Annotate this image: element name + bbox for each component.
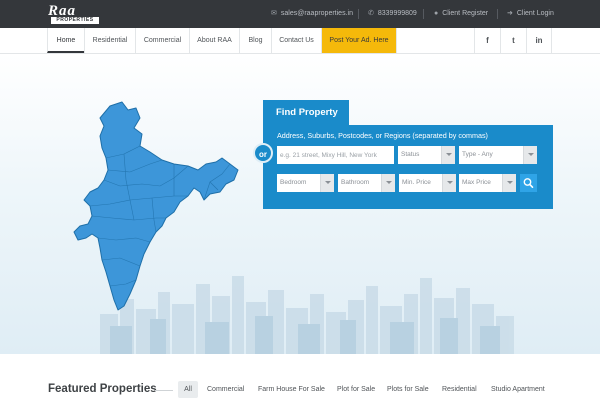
max-price-select-value: Max Price — [462, 179, 491, 186]
or-badge: or — [253, 143, 273, 163]
twitter-icon[interactable]: t — [500, 28, 526, 53]
divider — [497, 9, 498, 19]
filter-plots-for-sale[interactable]: Plots for Sale — [387, 381, 429, 398]
chevron-down-icon — [381, 174, 395, 192]
facebook-icon[interactable]: f — [474, 28, 500, 53]
filter-commercial[interactable]: Commercial — [207, 381, 244, 398]
nav-residential[interactable]: Residential — [84, 28, 135, 53]
nav-blog[interactable]: Blog — [239, 28, 271, 53]
type-select-value: Type - Any — [462, 151, 493, 158]
find-property-tab[interactable]: Find Property — [263, 100, 349, 125]
india-map[interactable] — [70, 100, 242, 314]
bathroom-select[interactable]: Bathroom — [338, 174, 395, 192]
bathroom-select-value: Bathroom — [341, 179, 370, 186]
client-register-text: Client Register — [442, 10, 489, 17]
filter-studio-apartment[interactable]: Studio Apartment — [491, 381, 545, 398]
divider — [155, 390, 173, 391]
phone-link[interactable]: ✆ 8339999809 — [368, 0, 417, 28]
divider — [423, 9, 424, 19]
chevron-down-icon — [441, 146, 455, 164]
search-button[interactable] — [520, 174, 537, 192]
filter-plot-for-sale[interactable]: Plot for Sale — [337, 381, 375, 398]
main-nav: Home Residential Commercial About RAA Bl… — [0, 28, 600, 54]
chevron-down-icon — [442, 174, 456, 192]
top-bar: Raa PROPERTIES ✉ sales@raaproperties.in ✆… — [0, 0, 600, 28]
client-register-link[interactable]: ● Client Register — [434, 0, 488, 28]
sign-in-icon: ➜ — [507, 10, 513, 17]
filter-residential[interactable]: Residential — [442, 381, 477, 398]
min-price-select-value: Min. Price — [402, 179, 431, 186]
email-text: sales@raaproperties.in — [280, 10, 353, 17]
featured-properties-heading: Featured Properties — [48, 383, 157, 395]
linkedin-icon[interactable]: in — [526, 28, 552, 53]
divider — [396, 28, 397, 53]
raa-properties-logo[interactable]: Raa PROPERTIES — [48, 4, 100, 24]
envelope-icon: ✉ — [271, 10, 277, 17]
filter-farm-house-for-sale[interactable]: Farm House For Sale — [258, 381, 325, 398]
min-price-select[interactable]: Min. Price — [399, 174, 456, 192]
bedroom-select[interactable]: Bedroom — [277, 174, 334, 192]
chevron-down-icon — [320, 174, 334, 192]
logo-main-text: Raa — [48, 3, 77, 19]
post-ad-button[interactable]: Post Your Ad. Here — [321, 28, 396, 53]
phone-icon: ✆ — [368, 10, 374, 17]
search-icon — [523, 178, 534, 188]
filter-all[interactable]: All — [178, 381, 198, 398]
user-icon: ● — [434, 10, 439, 17]
nav-contact-us[interactable]: Contact Us — [271, 28, 321, 53]
nav-home[interactable]: Home — [47, 28, 84, 53]
divider — [358, 9, 359, 19]
status-select[interactable]: Status — [398, 146, 455, 164]
chevron-down-icon — [523, 146, 537, 164]
max-price-select[interactable]: Max Price — [459, 174, 516, 192]
logo-sub-text: PROPERTIES — [51, 17, 99, 24]
search-address-label: Address, Suburbs, Postcodes, or Regions … — [277, 131, 488, 140]
type-select[interactable]: Type - Any — [459, 146, 537, 164]
nav-about-raa[interactable]: About RAA — [189, 28, 239, 53]
address-search-input[interactable] — [277, 146, 394, 164]
email-link[interactable]: ✉ sales@raaproperties.in — [271, 0, 353, 28]
phone-text: 8339999809 — [377, 10, 417, 17]
client-login-text: Client Login — [516, 10, 554, 17]
bedroom-select-value: Bedroom — [280, 179, 307, 186]
chevron-down-icon — [502, 174, 516, 192]
client-login-link[interactable]: ➜ Client Login — [507, 0, 554, 28]
nav-commercial[interactable]: Commercial — [135, 28, 189, 53]
status-select-value: Status — [401, 151, 420, 158]
